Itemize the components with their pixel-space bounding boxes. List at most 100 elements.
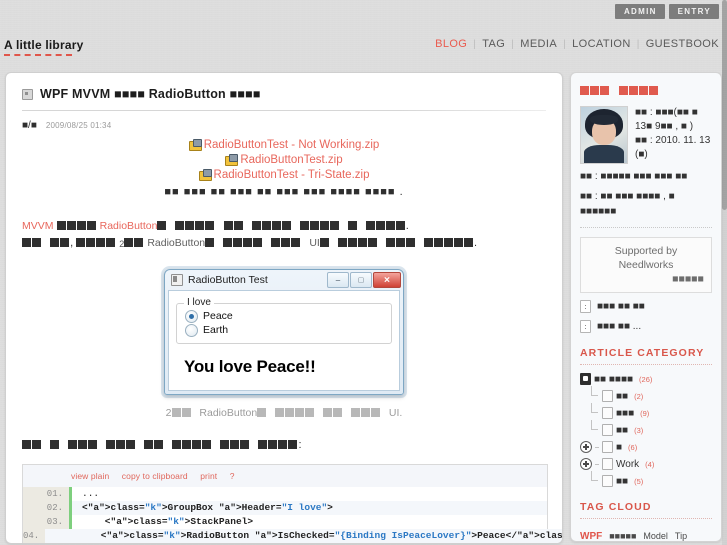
code-source[interactable]: ... — [72, 487, 547, 501]
nav-item-tag[interactable]: TAG — [476, 38, 511, 50]
code-source[interactable]: <"a">class="k">RadioButton "a">IsChecked… — [45, 529, 562, 543]
code-source[interactable]: <"a">class="k">GroupBox "a">Header="I lo… — [72, 501, 547, 515]
category-item[interactable]: ■■ (3) — [580, 420, 712, 436]
tag-model[interactable]: Model — [643, 528, 668, 541]
entry-button[interactable]: ENTRY — [668, 4, 719, 19]
main-content-panel: WPF MVVM ■■■■ RadioButton ■■■■ ■/■ 2009/… — [5, 72, 563, 544]
tree-line — [595, 446, 599, 448]
paragraph-one: MVVM RadioButton . , 2 RadioButton UI . — [22, 220, 478, 249]
code-line: 02. <"a">class="k">GroupBox "a">Header="… — [23, 501, 547, 515]
nav-item-blog[interactable]: BLOG — [429, 38, 473, 50]
maximize-button[interactable]: □ — [350, 272, 372, 288]
sidebar-link-2[interactable]: ■■■ ■■ ... — [580, 320, 712, 333]
close-button[interactable]: ✕ — [373, 272, 401, 288]
window-title-bar: RadioButton Test – □ ✕ — [165, 270, 403, 290]
paragraph-two: : — [22, 439, 546, 451]
tree-elbow-icon — [588, 386, 599, 402]
line-number: 04. — [23, 529, 46, 543]
sidebar-link-label: ■■■ ■■ ■■ — [597, 301, 645, 312]
paragraph-token-radiobutton-2: RadioButton — [147, 237, 206, 249]
maximize-icon: □ — [358, 275, 364, 285]
supported-by-blocks: ■■■■■ — [672, 273, 704, 285]
tag-cloud: WPF■■■■■ModelTipMVVMViewWindowsPresentat… — [580, 528, 712, 541]
folder-icon — [580, 373, 591, 385]
window-title: RadioButton Test — [188, 274, 268, 286]
code-source[interactable]: <"a">class="k">StackPanel> — [72, 515, 547, 529]
tree-line — [595, 463, 599, 465]
code-line: 01. ... — [23, 487, 547, 501]
category-item[interactable]: ■■■ (9) — [580, 403, 712, 419]
list-icon — [580, 320, 591, 333]
group-box-label: I love — [184, 297, 214, 308]
list-item[interactable]: RadioButtonTest.zip — [22, 153, 546, 168]
tag-blocks[interactable]: ■■■■■ — [609, 528, 636, 541]
category-label: ■■■ — [616, 407, 635, 419]
tree-elbow-icon — [588, 471, 599, 487]
list-item[interactable]: RadioButtonTest - Tri-State.zip — [22, 168, 546, 183]
page-title: WPF MVVM ■■■■ RadioButton ■■■■ — [40, 87, 261, 101]
view-plain-link[interactable]: view plain — [71, 471, 109, 481]
minimize-button[interactable]: – — [327, 272, 349, 288]
category-count: (4) — [645, 459, 655, 469]
print-link[interactable]: print — [200, 471, 217, 481]
window-buttons: – □ ✕ — [327, 272, 401, 288]
article-header: WPF MVVM ■■■■ RadioButton ■■■■ — [6, 73, 562, 111]
profile-text-2: ■■ : ■■ ■■■ ■■■■ , ■ ■■■■■■ — [580, 191, 675, 217]
tag-wpf[interactable]: WPF — [580, 528, 602, 541]
site-header: A little library BLOG | TAG | MEDIA | LO… — [0, 30, 727, 62]
scrollbar-thumb[interactable] — [722, 0, 727, 210]
folder-icon — [602, 407, 613, 419]
radio-label: Peace — [203, 310, 233, 322]
divider — [580, 227, 712, 228]
folder-icon — [602, 424, 613, 436]
sidebar-profile-heading: ■■■ ■■■■ — [580, 73, 712, 97]
close-icon: ✕ — [383, 275, 391, 285]
expand-icon[interactable] — [580, 441, 592, 453]
radio-label: Earth — [203, 324, 229, 336]
tag-tip[interactable]: Tip — [675, 528, 687, 541]
category-label: ■■ — [616, 390, 629, 402]
profile-line-1: ■■ : ■■■(■■ ■ 13■ 9■■ , ■ ) — [635, 107, 698, 132]
site-title[interactable]: A little library — [4, 38, 83, 52]
expand-icon[interactable] — [580, 458, 592, 470]
category-item[interactable]: ■■ (2) — [580, 386, 712, 402]
category-item[interactable]: ■■ (5) — [580, 471, 712, 487]
attachment-list: RadioButtonTest - Not Working.zip RadioB… — [22, 138, 546, 200]
category-tree: ■■ ■■■■ (26) ■■ (2) ■■■ (9) ■■ (3) ■ (6) — [580, 373, 712, 487]
radio-option-earth[interactable]: Earth — [185, 323, 383, 337]
folder-icon — [602, 390, 613, 402]
divider — [580, 364, 712, 365]
category-item-work[interactable]: Work (4) — [580, 458, 712, 470]
category-item-root[interactable]: ■■ ■■■■ (26) — [580, 373, 712, 385]
attachment-link[interactable]: RadioButtonTest.zip — [240, 154, 342, 166]
profile-text-1: ■■ : ■■■■■ ■■■ ■■■ ■■ — [580, 171, 688, 182]
profile-line-2: ■■ : 2010. 11. 13 (■) — [635, 135, 711, 160]
zip-file-icon — [198, 169, 212, 181]
avatar — [580, 106, 628, 164]
sidebar: ■■■ ■■■■ ■■ : ■■■(■■ ■ 13■ 9■■ , ■ ) ■■ … — [570, 72, 722, 542]
nav-item-media[interactable]: MEDIA — [514, 38, 563, 50]
category-label: Work — [616, 458, 640, 470]
radio-option-peace[interactable]: Peace — [185, 309, 383, 323]
line-number: 01. — [23, 487, 69, 501]
list-item[interactable]: RadioButtonTest - Not Working.zip — [22, 138, 546, 153]
nav-item-location[interactable]: LOCATION — [566, 38, 637, 50]
category-item[interactable]: ■ (6) — [580, 441, 712, 453]
attachment-link[interactable]: RadioButtonTest - Not Working.zip — [204, 139, 380, 151]
sidebar-link-1[interactable]: ■■■ ■■ ■■ — [580, 300, 712, 313]
list-icon — [580, 300, 591, 313]
attachment-link[interactable]: RadioButtonTest - Tri-State.zip — [214, 169, 370, 181]
main-nav: BLOG | TAG | MEDIA | LOCATION | GUESTBOO… — [429, 38, 725, 50]
page-scrollbar[interactable] — [722, 0, 727, 545]
category-count: (3) — [634, 425, 644, 435]
category-count: (6) — [628, 442, 638, 452]
admin-button-group: ADMIN ENTRY — [614, 4, 719, 19]
nav-item-guestbook[interactable]: GUESTBOOK — [640, 38, 725, 50]
code-line: 04. <"a">class="k">RadioButton "a">IsChe… — [23, 529, 562, 543]
category-count: (26) — [639, 374, 653, 384]
folder-icon — [602, 458, 613, 470]
copy-to-clipboard-link[interactable]: copy to clipboard — [122, 471, 188, 481]
paragraph-token-mvvm: MVVM — [22, 220, 54, 232]
admin-button[interactable]: ADMIN — [614, 4, 665, 19]
help-link[interactable]: ? — [230, 471, 235, 481]
